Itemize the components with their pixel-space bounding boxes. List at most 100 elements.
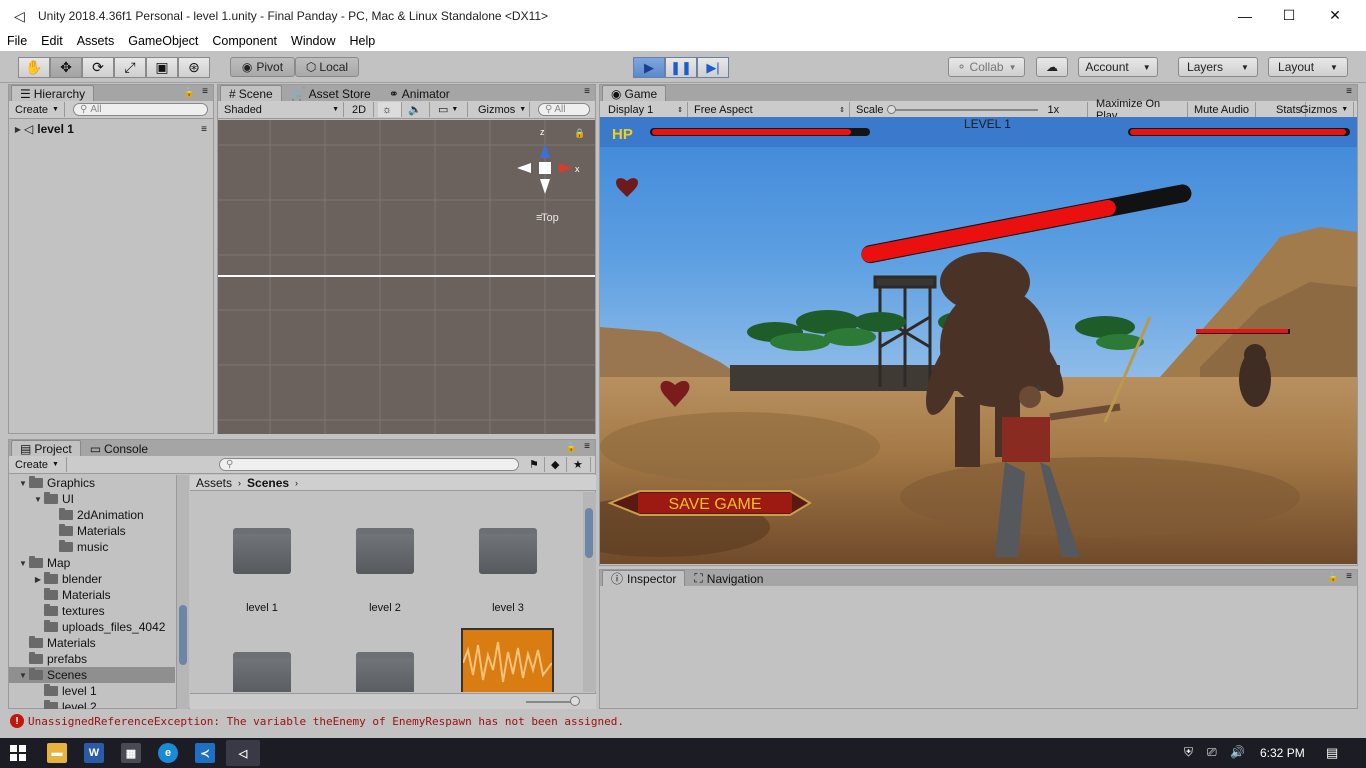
project-tree-item[interactable]: Materials [17, 587, 175, 603]
expand-arrow-icon[interactable]: ▼ [32, 495, 44, 504]
menu-file[interactable]: File [7, 34, 27, 48]
asset-label[interactable]: level 2 [340, 602, 430, 614]
view-label[interactable]: Top [541, 212, 559, 224]
menu-gameobject[interactable]: GameObject [128, 34, 198, 48]
hierarchy-search-input[interactable]: ⚲ All [73, 103, 208, 116]
panel-menu-icon[interactable]: ≡ [202, 86, 208, 97]
project-tree-item[interactable]: 2dAnimation [17, 507, 175, 523]
effects-dropdown-icon[interactable]: ▭ ▼ [434, 102, 468, 117]
asset-label[interactable]: level 3 [463, 602, 553, 614]
tab-project[interactable]: ▤ Project [11, 440, 81, 456]
cloud-icon[interactable]: ☁ [1036, 57, 1068, 77]
project-search-input[interactable]: ⚲ [219, 458, 519, 471]
step-button[interactable]: ▶| [697, 57, 729, 78]
close-button[interactable]: ✕ [1312, 0, 1358, 31]
account-dropdown[interactable]: Account ▼ [1078, 57, 1158, 77]
play-button[interactable]: ▶ [633, 57, 665, 78]
aspect-dropdown[interactable]: Free Aspect ⇕ [690, 102, 850, 117]
minimize-button[interactable]: — [1222, 0, 1268, 31]
project-tree-item[interactable]: level 1 [17, 683, 175, 699]
project-tree-item[interactable]: music [17, 539, 175, 555]
scale-slider[interactable]: Scale 1x [852, 102, 1088, 117]
scene-folder-icon[interactable] [356, 652, 414, 692]
mute-audio-toggle[interactable]: Mute Audio [1190, 102, 1256, 117]
scene-folder-icon[interactable] [479, 528, 537, 574]
expand-arrow-icon[interactable]: ▶ [12, 125, 24, 134]
game-gizmos-dropdown[interactable]: Gizmos ▼ [1296, 102, 1354, 117]
project-tree-item[interactable]: ▼ Graphics [17, 475, 175, 491]
expand-arrow-icon[interactable]: ▼ [17, 479, 29, 488]
tab-scene[interactable]: # Scene [220, 85, 282, 101]
maximize-on-play-toggle[interactable]: Maximize On Play [1092, 98, 1188, 122]
project-tree-item[interactable]: uploads_files_4042 [17, 619, 175, 635]
security-icon[interactable]: ⛨ [1184, 745, 1193, 760]
rotate-tool-icon[interactable]: ⟳ [82, 57, 114, 78]
project-tree-item[interactable]: Materials [17, 635, 175, 651]
lock-icon[interactable]: 🔒 [566, 442, 577, 453]
shading-mode-dropdown[interactable]: Shaded ▼ [220, 102, 344, 117]
panel-menu-icon[interactable]: ≡ [584, 86, 590, 97]
breadcrumb-assets[interactable]: Assets [196, 476, 232, 490]
tab-animator[interactable]: ⚭ Animator [380, 85, 459, 101]
lighting-toggle-icon[interactable]: ☼ [378, 102, 402, 117]
scene-folder-icon[interactable] [233, 528, 291, 574]
project-create-dropdown[interactable]: Create ▼ [11, 457, 67, 472]
menu-component[interactable]: Component [212, 34, 277, 48]
project-tree-item[interactable]: level 2 [17, 699, 175, 709]
lock-icon[interactable]: 🔒 [184, 87, 195, 98]
panel-menu-icon[interactable]: ≡ [1346, 86, 1352, 97]
menu-help[interactable]: Help [349, 34, 375, 48]
unity-taskbar-icon[interactable]: ◁ [226, 740, 260, 766]
expand-arrow-icon[interactable]: ▼ [17, 671, 29, 680]
file-explorer-icon[interactable]: ▬ [47, 743, 67, 763]
local-toggle[interactable]: ⬡ Local [295, 57, 359, 77]
panel-menu-icon[interactable]: ≡ [1346, 571, 1352, 582]
row-menu-icon[interactable]: ≡ [201, 124, 207, 135]
word-icon[interactable]: W [84, 743, 104, 763]
console-error-message[interactable]: UnassignedReferenceException: The variab… [28, 715, 624, 728]
tree-scrollbar[interactable] [176, 475, 189, 709]
maximize-button[interactable]: ☐ [1266, 0, 1312, 31]
scale-tool-icon[interactable]: ⤢ [114, 57, 146, 78]
windows-start-icon[interactable] [8, 743, 28, 763]
expand-arrow-icon[interactable]: ▶ [32, 575, 44, 584]
menu-window[interactable]: Window [291, 34, 335, 48]
asset-grid-scrollbar[interactable] [583, 492, 596, 692]
status-bar[interactable]: ! UnassignedReferenceException: The vari… [0, 711, 1366, 731]
clock-time[interactable]: 6:32 PM [1260, 746, 1305, 760]
pivot-toggle[interactable]: ◉ Pivot [230, 57, 295, 77]
menu-assets[interactable]: Assets [77, 34, 115, 48]
tab-console[interactable]: ▭ Console [81, 440, 157, 456]
rect-tool-icon[interactable]: ▣ [146, 57, 178, 78]
calculator-icon[interactable]: ▦ [121, 743, 141, 763]
panel-menu-icon[interactable]: ≡ [584, 441, 590, 452]
project-tree-item[interactable]: Materials [17, 523, 175, 539]
filter-label-icon[interactable]: ◆ [547, 457, 567, 472]
project-tree-item[interactable]: prefabs [17, 651, 175, 667]
project-tree-item[interactable]: ▶ blender [17, 571, 175, 587]
tab-navigation[interactable]: ⛶ Navigation [685, 570, 772, 586]
expand-arrow-icon[interactable]: ▼ [17, 559, 29, 568]
scene-folder-icon[interactable] [233, 652, 291, 692]
notifications-icon[interactable]: ▤ [1326, 745, 1338, 761]
project-tree-item[interactable]: ▼ UI [17, 491, 175, 507]
hierarchy-scene-row[interactable]: ▶ ◁ level 1 ≡ [12, 121, 213, 137]
move-tool-icon[interactable]: ✥ [50, 57, 82, 78]
2d-toggle[interactable]: 2D [348, 102, 374, 117]
display-dropdown[interactable]: Display 1 ⇕ [604, 102, 688, 117]
layers-dropdown[interactable]: Layers ▼ [1178, 57, 1258, 77]
favorite-icon[interactable]: ★ [569, 457, 591, 472]
audio-waveform-thumbnail[interactable] [461, 628, 554, 692]
save-game-button[interactable]: SAVE GAME [607, 490, 812, 516]
project-tree-item[interactable]: ▼ Map [17, 555, 175, 571]
asset-label[interactable]: level 1 [217, 602, 307, 614]
pause-button[interactable]: ❚❚ [665, 57, 697, 78]
project-tree-item[interactable]: textures [17, 603, 175, 619]
scene-search-input[interactable]: ⚲ All [538, 103, 590, 116]
tab-game[interactable]: ◉ Game [602, 85, 667, 101]
edge-browser-icon[interactable]: e [158, 743, 178, 763]
filter-type-icon[interactable]: ⚑ [525, 457, 545, 472]
scene-folder-icon[interactable] [356, 528, 414, 574]
icon-size-slider[interactable] [190, 693, 596, 709]
tab-inspector[interactable]: ⓘ Inspector [602, 570, 686, 586]
